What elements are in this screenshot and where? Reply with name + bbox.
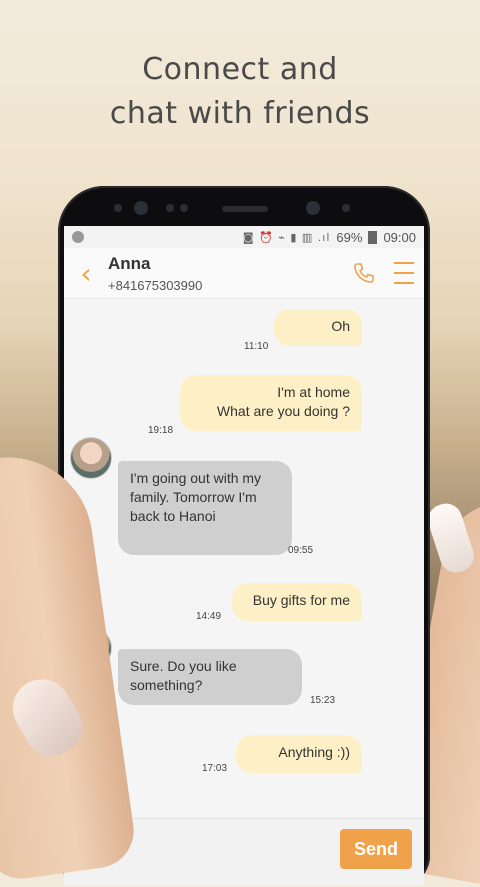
contact-phone: +841675303990 — [108, 277, 203, 293]
phone-top-bezel — [58, 186, 430, 226]
contact-name: Anna — [108, 253, 151, 273]
promo-line-1: Connect and — [142, 52, 338, 87]
clock: 09:00 — [383, 229, 416, 245]
status-icons: ◙ ⏰ ⌁ ▮ ▥ .ıl — [242, 230, 331, 244]
message-time: 14:49 — [196, 611, 222, 622]
message-bubble-sent[interactable]: Oh — [274, 309, 362, 346]
message-bubble-sent[interactable]: Anything :)) — [236, 735, 362, 773]
message-bubble-received[interactable]: I'm going out with my family. Tomorrow I… — [118, 461, 292, 555]
message-time: 19:18 — [148, 425, 174, 436]
battery-level: 69% — [336, 229, 363, 245]
send-button[interactable]: Send — [340, 829, 412, 869]
sensor-icon — [166, 204, 174, 212]
message-time: 15:23 — [310, 695, 336, 706]
sensor-icon — [114, 204, 122, 212]
message-time: 17:03 — [202, 763, 228, 774]
promo-line-2: chat with friends — [109, 96, 371, 131]
chat-header: ‹ Anna +841675303990 — [64, 248, 424, 299]
message-bubble-sent[interactable]: Buy gifts for me — [232, 583, 362, 621]
sensor-icon — [342, 204, 350, 212]
phone-icon[interactable] — [344, 253, 384, 293]
message-time: 11:10 — [244, 341, 269, 352]
message-time: 09:55 — [288, 545, 314, 556]
front-camera-icon — [306, 201, 320, 215]
battery-icon — [368, 230, 378, 244]
sensor-icon — [180, 204, 188, 212]
earpiece-speaker — [222, 206, 268, 212]
message-bubble-sent[interactable]: I'm at home What are you doing ? — [180, 375, 362, 431]
status-bar: ◙ ⏰ ⌁ ▮ ▥ .ıl 69% 09:00 — [64, 226, 424, 248]
status-right: ◙ ⏰ ⌁ ▮ ▥ .ıl 69% 09:00 — [243, 230, 416, 245]
iris-scanner-icon — [134, 201, 148, 215]
contact-info[interactable]: Anna +841675303990 — [108, 254, 344, 293]
notification-icon — [72, 231, 84, 243]
promo-headline: Connect and chat with friends — [0, 48, 480, 136]
message-bubble-received[interactable]: Sure. Do you like something? — [118, 649, 302, 705]
menu-icon[interactable] — [384, 253, 424, 293]
avatar[interactable] — [70, 437, 112, 479]
back-arrow-icon[interactable]: ‹ — [64, 257, 108, 290]
